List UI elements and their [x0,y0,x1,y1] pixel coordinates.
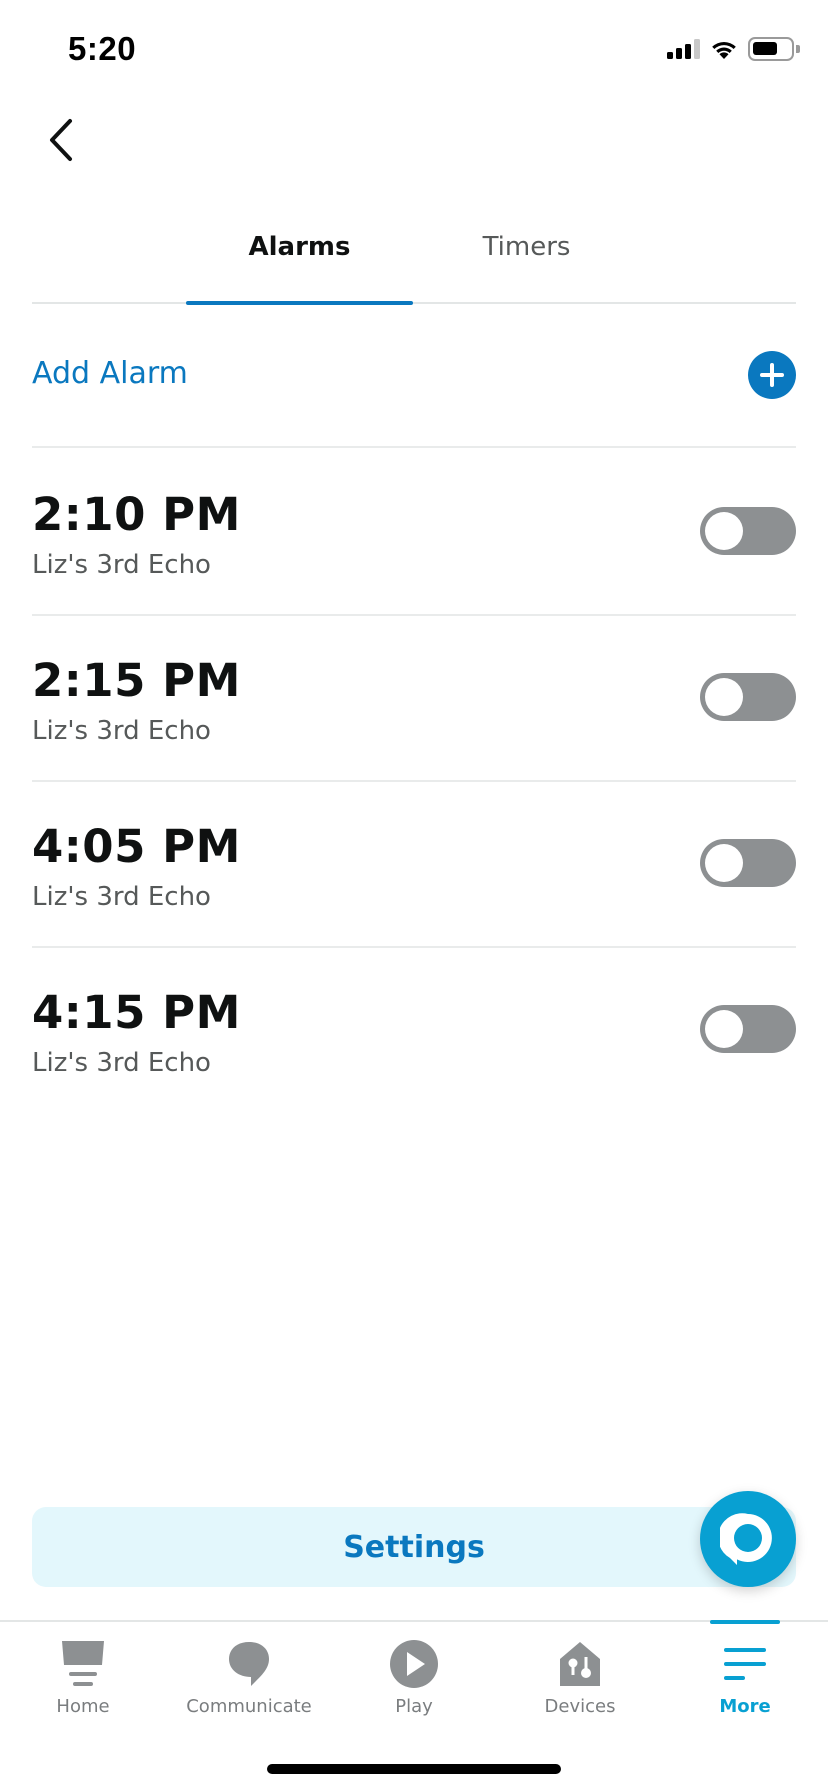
devices-house-icon [552,1636,608,1692]
toggle-knob [705,678,743,716]
cellular-signal-icon [667,39,700,59]
alarm-device: Liz's 3rd Echo [32,882,211,912]
status-time: 5:20 [68,30,137,67]
alexa-icon [720,1513,772,1565]
wifi-icon [712,41,736,59]
alarm-list: 2:10 PM Liz's 3rd Echo 2:15 PM Liz's 3rd… [32,450,796,1114]
nav-more-label: More [719,1696,771,1717]
battery-icon [748,37,800,61]
alarm-time: 4:05 PM [32,820,241,873]
play-icon [386,1636,442,1692]
alarm-item[interactable]: 2:10 PM Liz's 3rd Echo [32,450,796,616]
toggle-knob [705,1010,743,1048]
nav-home[interactable]: Home [0,1622,166,1732]
add-alarm-label[interactable]: Add Alarm [32,356,188,391]
alarm-toggle[interactable] [700,673,796,721]
alarm-toggle[interactable] [700,507,796,555]
chevron-left-icon [50,119,72,161]
alarm-time: 2:10 PM [32,488,241,541]
alarm-device: Liz's 3rd Echo [32,550,211,580]
alarm-toggle[interactable] [700,839,796,887]
nav-play-label: Play [395,1696,433,1717]
tab-alarms[interactable]: Alarms [186,232,413,302]
nav-devices[interactable]: Devices [497,1622,663,1732]
alarm-device: Liz's 3rd Echo [32,1048,211,1078]
settings-button[interactable]: Settings [32,1507,796,1587]
nav-communicate[interactable]: Communicate [166,1622,332,1732]
status-bar: 5:20 [0,0,828,90]
alarm-time: 4:15 PM [32,986,241,1039]
nav-play[interactable]: Play [331,1622,497,1732]
add-alarm-row[interactable]: Add Alarm [32,338,796,448]
plus-circle-icon[interactable] [748,351,796,399]
alarm-item[interactable]: 2:15 PM Liz's 3rd Echo [32,616,796,782]
alarm-device: Liz's 3rd Echo [32,716,211,746]
toggle-knob [705,844,743,882]
chat-bubble-icon [221,1636,277,1692]
tab-timers[interactable]: Timers [413,232,640,302]
alarm-time: 2:15 PM [32,654,241,707]
status-icons [667,36,800,62]
tab-bar-alarms-timers: Alarms Timers [32,218,796,305]
alarm-item[interactable]: 4:15 PM Liz's 3rd Echo [32,948,796,1114]
menu-lines-icon [717,1636,773,1692]
active-tab-underline [186,301,413,305]
alarm-item[interactable]: 4:05 PM Liz's 3rd Echo [32,782,796,948]
home-icon [55,1636,111,1692]
home-indicator[interactable] [267,1764,561,1774]
toggle-knob [705,512,743,550]
alexa-button[interactable] [700,1491,796,1587]
nav-home-label: Home [56,1696,110,1717]
nav-devices-label: Devices [544,1696,616,1717]
back-button[interactable] [36,110,86,170]
nav-more[interactable]: More [662,1622,828,1732]
nav-communicate-label: Communicate [186,1696,312,1717]
alarm-toggle[interactable] [700,1005,796,1053]
settings-label: Settings [343,1529,485,1565]
